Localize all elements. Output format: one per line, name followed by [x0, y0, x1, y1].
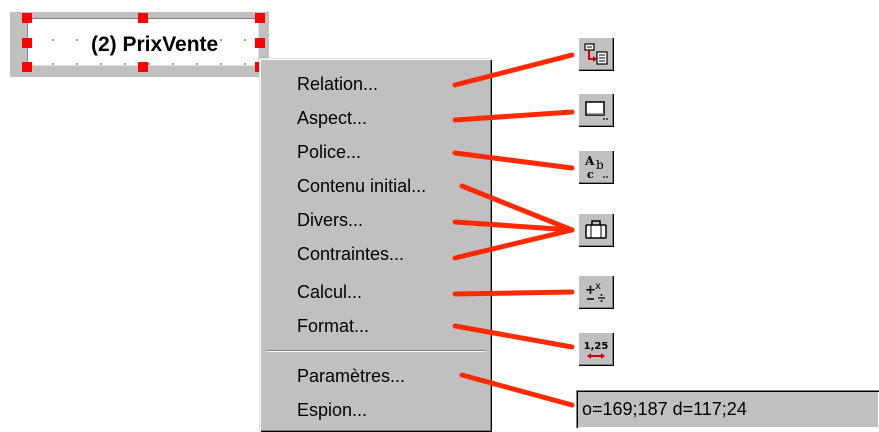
resize-handle-top-left[interactable] [22, 13, 32, 23]
resize-handle-right[interactable] [255, 38, 265, 48]
aspect-button[interactable] [578, 93, 614, 127]
menu-item-label: Calcul... [297, 282, 363, 302]
relation-button[interactable] [578, 37, 614, 71]
field-label: (2) PrixVente [89, 30, 221, 60]
resize-handle-bottom[interactable] [138, 62, 148, 72]
svg-text:b: b [596, 158, 604, 172]
menu-item-aspect[interactable]: Aspect... [259, 102, 492, 134]
relation-icon [584, 43, 608, 65]
menu-item-label: Police... [297, 142, 362, 162]
menu-item-relation[interactable]: Relation... [259, 68, 492, 100]
resize-handle-top-right[interactable] [255, 13, 265, 23]
menu-item-format[interactable]: Format... [259, 310, 492, 342]
menu-item-label: Relation... [297, 74, 379, 94]
font-button[interactable]: A b c [578, 150, 614, 184]
menu-item-contenu-initial[interactable]: Contenu initial... [259, 170, 492, 202]
calculation-icon: + x [585, 281, 605, 302]
menu-item-calcul[interactable]: Calcul... [259, 276, 492, 308]
svg-text:A: A [584, 154, 595, 168]
svg-text:x: x [595, 281, 601, 292]
menu-item-label: Divers... [297, 210, 364, 230]
menu-item-label: Paramètres... [297, 366, 406, 386]
divers-button[interactable] [578, 213, 614, 247]
menu-item-label: Contenu initial... [297, 176, 427, 196]
context-menu: Relation... Aspect... Police... Contenu … [259, 58, 492, 432]
menu-item-label: Espion... [297, 400, 368, 420]
menu-item-police[interactable]: Police... [259, 136, 492, 168]
menu-item-parametres[interactable]: Paramètres... [259, 360, 492, 392]
menu-item-espion[interactable]: Espion... [259, 394, 492, 426]
resize-handle-top[interactable] [138, 13, 148, 23]
menu-separator [267, 350, 485, 352]
resize-handle-left[interactable] [22, 38, 32, 48]
resize-handle-bottom-left[interactable] [22, 62, 32, 72]
menu-item-label: Contraintes... [297, 244, 405, 264]
coordinates-field: o=169;187 d=117;24 [576, 390, 879, 428]
format-button[interactable]: 1,25 [578, 332, 614, 366]
font-icon: A b c [584, 154, 608, 181]
calcul-button[interactable]: + x [578, 275, 614, 309]
format-icon-text: 1,25 [584, 341, 609, 352]
aspect-icon [585, 101, 608, 120]
svg-text:c: c [587, 168, 594, 181]
menu-item-contraintes[interactable]: Contraintes... [259, 238, 492, 270]
format-icon: 1,25 [584, 341, 609, 359]
menu-item-label: Aspect... [297, 108, 368, 128]
menu-item-divers[interactable]: Divers... [259, 204, 492, 236]
coordinates-value: o=169;187 d=117;24 [582, 399, 747, 419]
menu-item-label: Format... [297, 316, 370, 336]
briefcase-icon [585, 220, 607, 239]
